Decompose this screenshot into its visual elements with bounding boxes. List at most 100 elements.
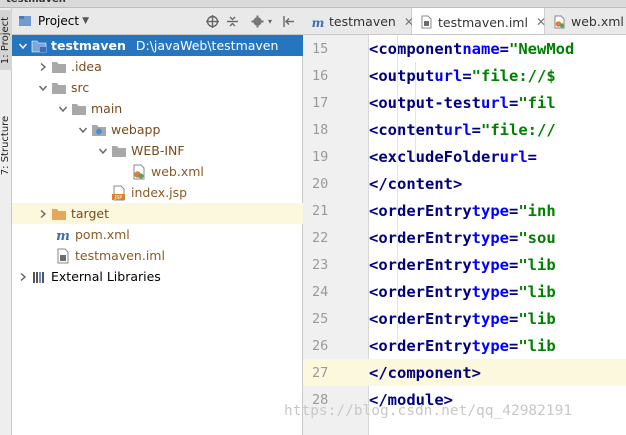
line-number: 15 [312,40,329,57]
watermark: https://blog.csdn.net/qq_42982191 [284,403,573,419]
chevron-down-icon[interactable] [16,39,30,53]
tree-item-testmaven-iml[interactable]: testmaven.iml [12,245,303,266]
tree-item-label: .idea [71,59,102,74]
line-number: 23 [312,256,329,273]
line-number: 20 [312,175,329,192]
svg-text:JSP: JSP [114,195,123,201]
chevron-down-icon[interactable]: ▼ [82,16,89,26]
tree-item-webapp[interactable]: webapp [12,119,303,140]
code-line[interactable]: <output-test url = "fil [369,89,626,116]
web-xml-icon [553,15,567,29]
maven-icon: m [54,227,72,243]
code-line[interactable]: </component> [369,359,626,386]
left-tool-strip: 1: Project 7: Structure [0,8,12,435]
line-number: 24 [312,283,329,300]
folder-icon [70,101,88,117]
tree-item-testmaven[interactable]: testmaven D:\javaWeb\testmaven [12,35,303,56]
tree-item-src[interactable]: src [12,77,303,98]
tree-item-label: main [91,101,123,116]
module-folder-icon [30,38,48,54]
gear-icon[interactable] [250,14,264,28]
code-line[interactable]: </content> [369,170,626,197]
window-title-bar: testmaven [0,0,626,8]
line-number-gutter: 15 16 17 18 19 20 21 22 23 24 25 26 27 28 [303,35,369,435]
svg-text:m: m [56,229,70,243]
project-panel-header: Project ▼ ▾ [12,8,303,35]
tree-item-index-jsp[interactable]: JSP index.jsp [12,182,303,203]
code-line[interactable]: <orderEntry type = "sou [369,224,626,251]
code-line[interactable]: <orderEntry type = "lib [369,332,626,359]
chevron-down-icon[interactable] [96,144,110,158]
tree-item-main[interactable]: main [12,98,303,119]
editor-area: m testmaven ✕ testmaven.iml ✕ web.xml ✕ … [303,8,626,435]
code-line[interactable]: <component name = "NewMod [369,35,626,62]
iml-file-icon [420,15,434,29]
line-number: 25 [312,310,329,327]
chevron-down-icon[interactable] [36,81,50,95]
tab-testmaven-iml[interactable]: testmaven.iml ✕ [412,8,546,34]
code-line[interactable]: <excludeFolder url = [369,143,626,170]
folder-icon [50,80,68,96]
tree-item-label: pom.xml [75,227,130,242]
tree-item-web-inf[interactable]: WEB-INF [12,140,303,161]
locate-icon[interactable] [205,14,219,28]
project-tool-button[interactable]: 1: Project [0,10,12,70]
editor-tabs: m testmaven ✕ testmaven.iml ✕ web.xml ✕ [303,8,626,35]
tree-item-label: WEB-INF [131,143,185,158]
line-number: 22 [312,229,329,246]
code-line[interactable]: <content url = "file:// [369,116,626,143]
collapse-all-icon[interactable] [225,14,239,28]
svg-text:m: m [312,16,325,29]
line-number: 27 [303,359,369,386]
folder-icon [50,59,68,75]
jsp-file-icon: JSP [110,185,128,201]
tree-item-label: External Libraries [51,269,161,284]
tab-label: testmaven.iml [438,14,528,30]
module-path: D:\javaWeb\testmaven [135,38,279,53]
tree-item-label: webapp [111,122,161,137]
line-number: 18 [312,121,329,138]
tab-testmaven[interactable]: m testmaven ✕ [303,8,414,34]
tree-item-label: index.jsp [131,185,188,200]
code-line[interactable]: <orderEntry type = "lib [369,305,626,332]
hide-panel-icon[interactable] [281,14,295,28]
web-xml-icon [130,164,148,180]
code-line[interactable]: <orderEntry type = "lib [369,251,626,278]
tree-item-external-libraries[interactable]: External Libraries [12,266,303,287]
iml-file-icon [54,248,72,264]
tree-item-label: testmaven [51,38,126,53]
line-number: 16 [312,67,329,84]
tab-label: testmaven [329,14,396,29]
indent-guide [415,62,416,162]
code-line[interactable]: <output url = "file://$ [369,62,626,89]
chevron-down-icon[interactable] [56,102,70,116]
tree-item-web-xml[interactable]: web.xml [12,161,303,182]
line-number: 26 [312,337,329,354]
code-area[interactable]: <component name = "NewMod <output url = "fil… [369,35,626,435]
chevron-right-icon[interactable] [36,60,50,74]
window-title: testmaven [6,0,66,5]
library-icon [30,269,48,285]
line-number: 19 [312,148,329,165]
structure-tool-button[interactable]: 7: Structure [0,104,12,186]
excluded-folder-icon [50,206,68,222]
project-tool-label: 1: Project [0,16,12,64]
tree-item-label: target [71,206,110,221]
code-line[interactable]: <orderEntry type = "lib [369,278,626,305]
chevron-right-icon[interactable] [16,270,30,284]
tree-item-target[interactable]: target [12,203,303,224]
line-number: 21 [312,202,329,219]
tab-web-xml[interactable]: web.xml ✕ [545,8,626,34]
folder-icon [110,143,128,159]
chevron-right-icon[interactable] [36,207,50,221]
project-panel-title[interactable]: Project [38,14,79,28]
chevron-down-icon[interactable] [76,123,90,137]
project-tree: testmaven D:\javaWeb\testmaven .idea src… [12,35,303,287]
gear-dropdown-icon[interactable]: ▾ [263,14,277,28]
tab-label: web.xml [571,14,624,29]
tree-item-pom-xml[interactable]: m pom.xml [12,224,303,245]
code-line[interactable]: <orderEntry type = "inh [369,197,626,224]
tree-item-idea[interactable]: .idea [12,56,303,77]
web-folder-icon [90,122,108,138]
tree-item-label: web.xml [151,164,204,179]
